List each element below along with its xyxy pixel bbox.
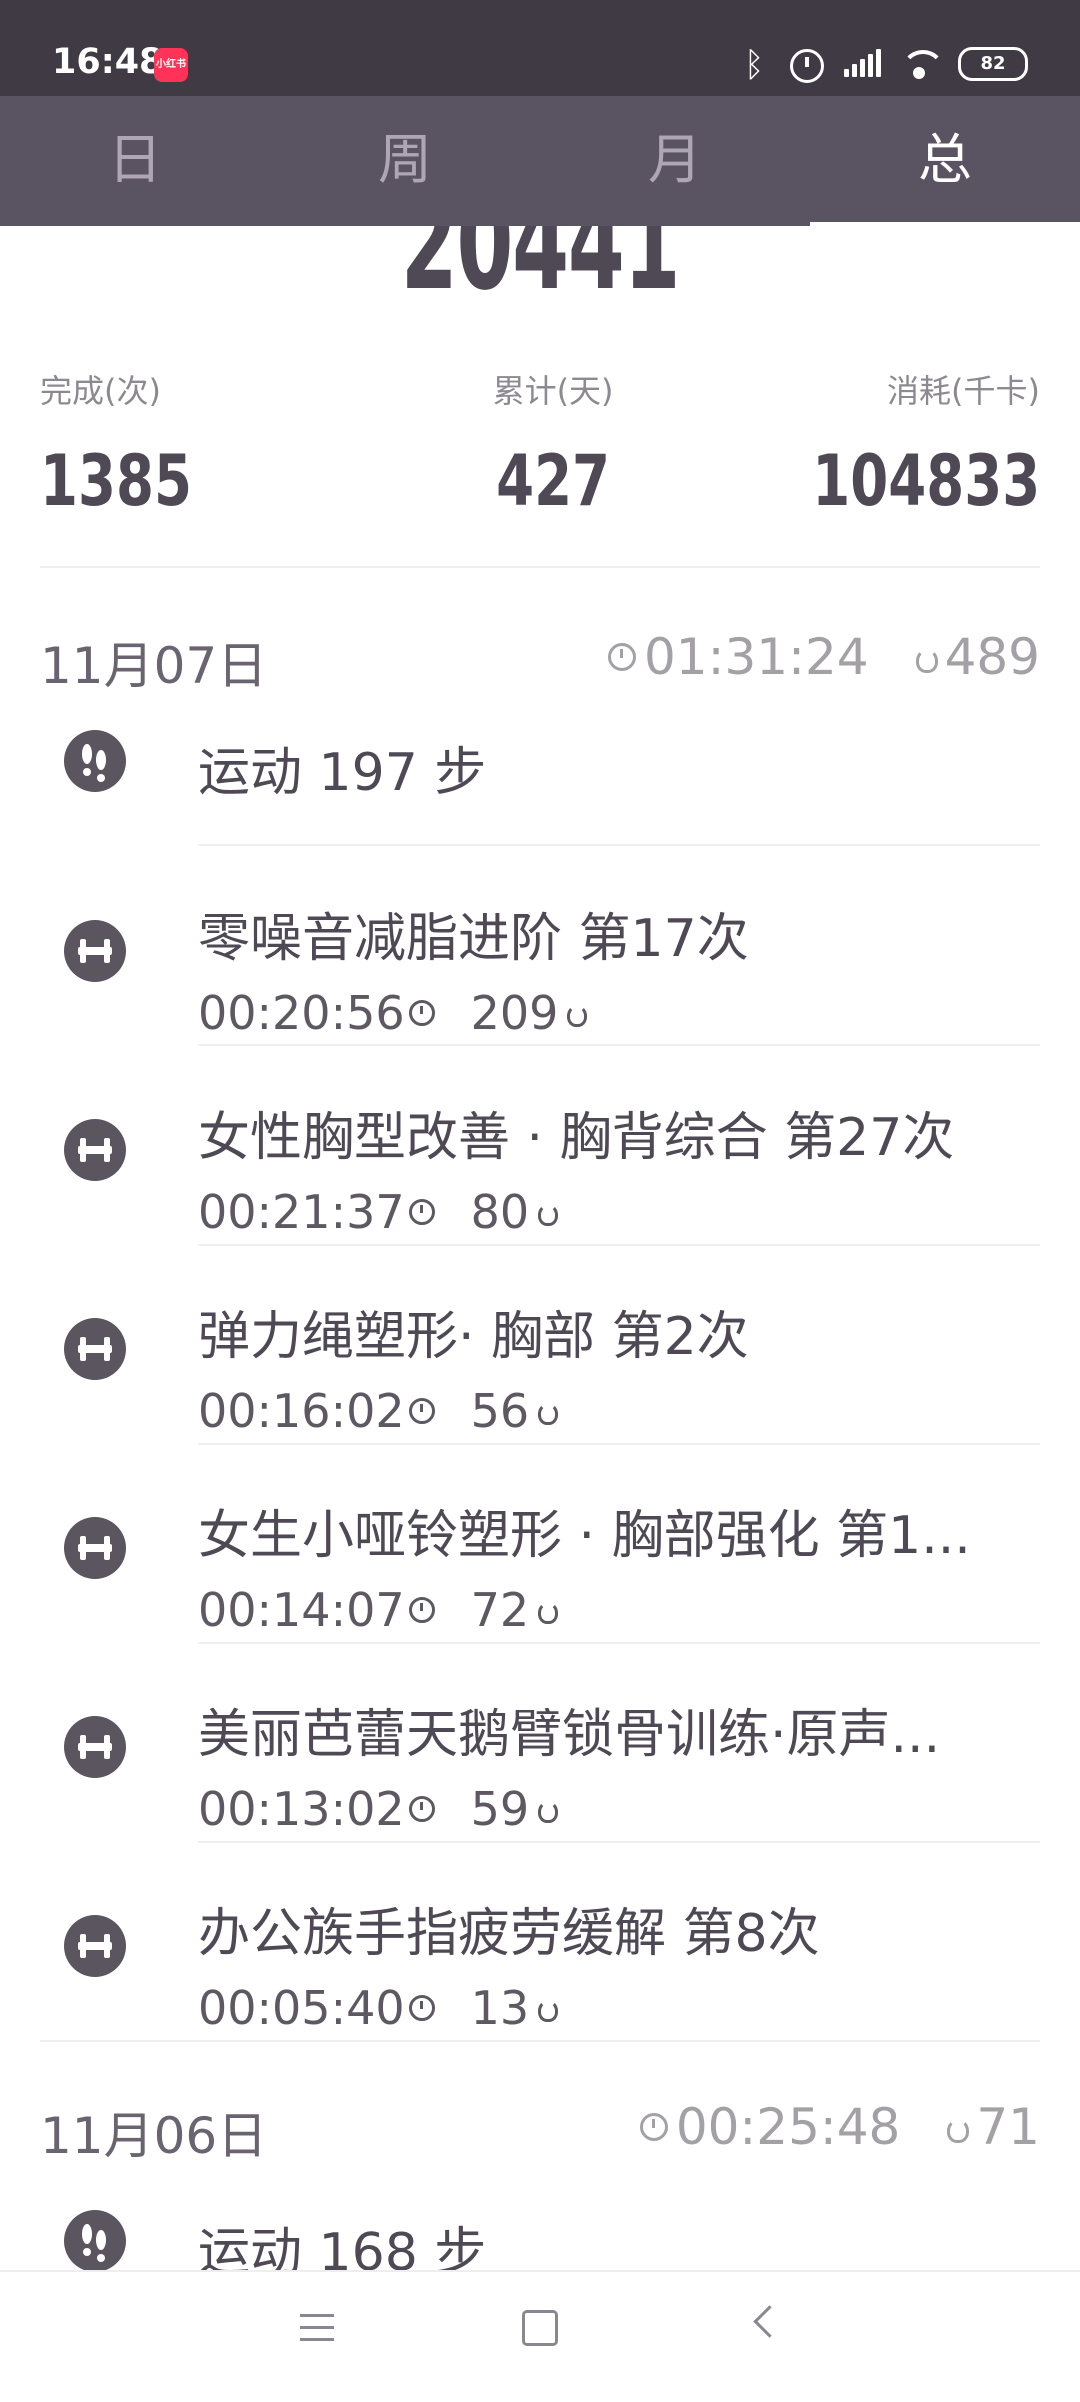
fire-icon (537, 1202, 559, 1226)
entry-calories: 80 (470, 1185, 530, 1239)
entry-title: 女生小哑铃塑形 · 胸部强化 第1... (198, 1506, 971, 1566)
footsteps-icon (64, 2210, 126, 2272)
fire-icon (537, 1799, 559, 1823)
alarm-icon (790, 49, 824, 83)
entry-meta: 00:13:02 59 (198, 1782, 559, 1836)
days-stat: 累计(天) 427 (480, 366, 626, 522)
home-icon[interactable] (522, 2310, 558, 2346)
dumbbell-icon (64, 1119, 126, 1181)
system-nav-bar (0, 2270, 1080, 2402)
clock-icon (408, 1796, 435, 1822)
status-bar: 16:48 小红书 82 (0, 0, 1080, 96)
clock-icon (608, 643, 636, 671)
entry-calories: 72 (470, 1583, 530, 1637)
completed-value: 1385 (40, 440, 192, 522)
entry-title: 运动 197 步 (198, 743, 487, 803)
divider (198, 1044, 1040, 1046)
fire-icon (537, 1998, 559, 2022)
dumbbell-icon (64, 1318, 126, 1380)
day-stats: 01:31:24 489 (608, 628, 1040, 686)
day-duration: 00:25:48 (675, 2098, 901, 2156)
footsteps-icon (64, 730, 126, 792)
fire-icon (537, 1600, 559, 1624)
days-label: 累计(天) (492, 372, 614, 410)
dumbbell-icon (64, 920, 126, 982)
app-notification-icon: 小红书 (154, 48, 188, 82)
back-icon[interactable] (753, 2305, 786, 2338)
entry-calories: 56 (470, 1384, 530, 1438)
bluetooth-icon (734, 45, 772, 85)
period-tabs: 日 周 月 总 (0, 96, 1080, 226)
clock-icon (408, 1597, 435, 1623)
status-icons: 82 (734, 44, 1028, 85)
tab-total[interactable]: 总 (810, 96, 1080, 226)
divider (198, 844, 1040, 846)
entry-meta: 00:21:37 80 (198, 1185, 559, 1239)
entry-calories: 59 (470, 1782, 530, 1836)
entry-duration: 00:20:56 (198, 986, 405, 1040)
entry-calories: 209 (470, 986, 559, 1040)
entry-meta: 00:20:56 209 (198, 986, 588, 1040)
entry-duration: 00:05:40 (198, 1981, 405, 2035)
wifi-icon (898, 45, 945, 83)
summary-stats: 完成(次) 1385 累计(天) 427 消耗(千卡) 104833 (40, 366, 1040, 522)
fire-icon (944, 2115, 970, 2143)
status-time: 16:48 (52, 42, 164, 82)
calories-label: 消耗(千卡) (887, 372, 1040, 410)
divider (198, 1244, 1040, 1246)
clock-icon (408, 1000, 435, 1026)
tab-month[interactable]: 月 (540, 96, 810, 226)
entry-duration: 00:14:07 (198, 1583, 405, 1637)
tab-day[interactable]: 日 (0, 96, 270, 226)
tab-week[interactable]: 周 (270, 96, 540, 226)
completed-stat: 完成(次) 1385 (40, 366, 235, 522)
day-duration: 01:31:24 (644, 628, 869, 686)
divider (198, 1443, 1040, 1445)
entry-title: 美丽芭蕾天鹅臂锁骨训练·原声... (198, 1705, 941, 1765)
entry-calories: 13 (470, 1981, 530, 2035)
entry-title: 零噪音减脂进阶 第17次 (198, 909, 749, 969)
day-calories: 489 (944, 628, 1040, 686)
fire-icon (566, 1003, 588, 1027)
entry-duration: 00:21:37 (198, 1185, 405, 1239)
clock-icon (408, 1398, 435, 1424)
battery-icon: 82 (958, 47, 1028, 81)
days-value: 427 (496, 440, 611, 522)
clock-icon (639, 2113, 668, 2141)
fire-icon (913, 645, 938, 673)
total-minutes: 20441 (0, 226, 1080, 306)
menu-icon[interactable] (300, 2312, 334, 2340)
dumbbell-icon (64, 1915, 126, 1977)
entry-title: 女性胸型改善 · 胸背综合 第27次 (198, 1108, 955, 1168)
clock-icon (408, 1199, 435, 1225)
signal-icon (842, 45, 881, 83)
clock-icon (408, 1995, 435, 2021)
completed-label: 完成(次) (40, 372, 161, 410)
dumbbell-icon (64, 1517, 126, 1579)
day-stats: 00:25:48 71 (639, 2098, 1040, 2156)
entry-meta: 00:16:02 56 (198, 1384, 559, 1438)
calories-value: 104833 (812, 440, 1040, 522)
entry-title: 弹力绳塑形· 胸部 第2次 (198, 1307, 749, 1367)
entry-duration: 00:16:02 (198, 1384, 405, 1438)
divider (40, 2040, 1040, 2042)
day-header: 11月06日 00:25:48 71 (40, 2078, 1040, 2165)
divider (198, 1841, 1040, 1843)
day-date: 11月06日 (40, 2107, 268, 2165)
dumbbell-icon (64, 1716, 126, 1778)
entry-meta: 00:05:40 13 (198, 1981, 559, 2035)
total-minutes-value: 20441 (400, 226, 681, 306)
divider (198, 1642, 1040, 1644)
day-date: 11月07日 (40, 637, 268, 695)
day-header: 11月07日 01:31:24 489 (40, 608, 1040, 695)
fire-icon (537, 1401, 559, 1425)
day-calories: 71 (976, 2098, 1040, 2156)
calories-stat: 消耗(千卡) 104833 (748, 366, 1040, 522)
entry-title: 办公族手指疲劳缓解 第8次 (198, 1904, 820, 1964)
entry-meta: 00:14:07 72 (198, 1583, 559, 1637)
entry-duration: 00:13:02 (198, 1782, 405, 1836)
divider (40, 566, 1040, 568)
